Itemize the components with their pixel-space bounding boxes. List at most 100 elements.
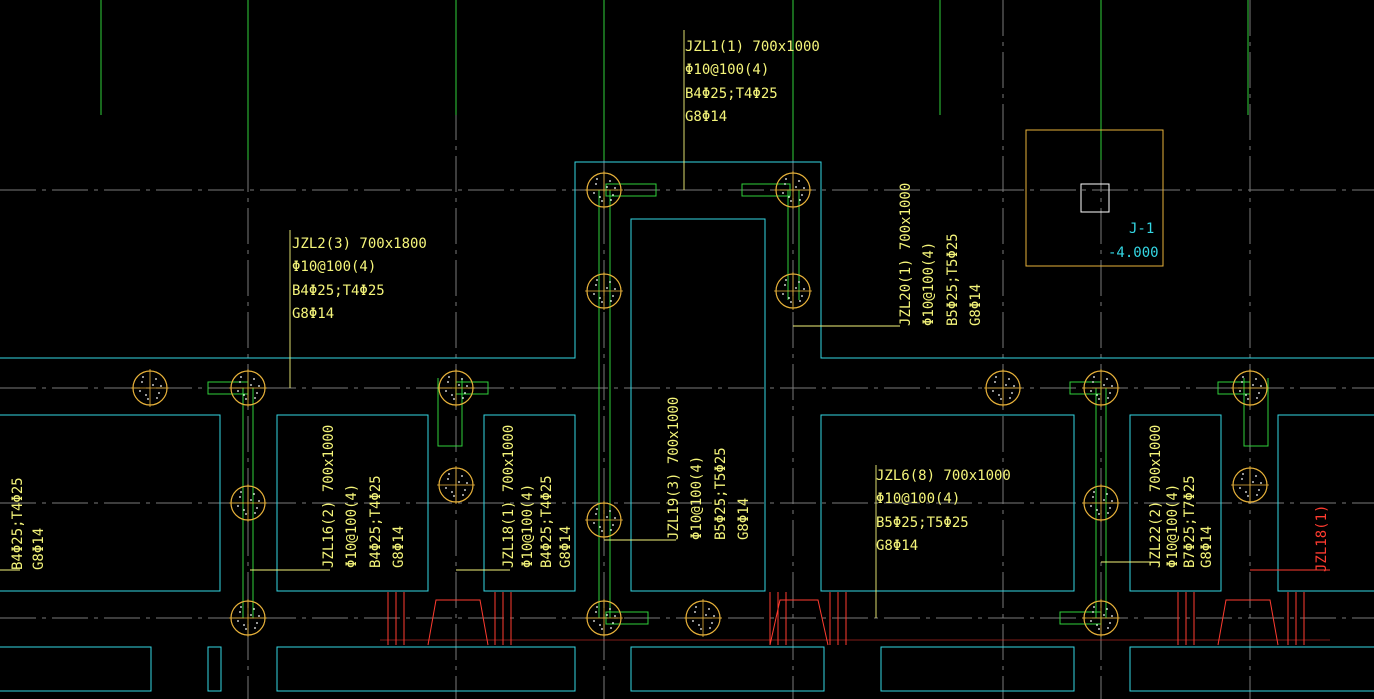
pile-dot [1107, 397, 1109, 399]
pile-dot [1090, 390, 1092, 392]
pile-dot [1096, 509, 1098, 511]
footing-j1[interactable]: J-1 -4.000 [1025, 129, 1164, 267]
beam-label-jzl22[interactable]: JZL22(2) 700x1000 Φ10@100(4) B7Φ25;T7Φ25… [1148, 425, 1215, 568]
pile-dot [1239, 487, 1241, 489]
pile-dot [1098, 628, 1100, 630]
pile-dot [799, 300, 801, 302]
beam-panel-bottom [207, 646, 222, 692]
pile-dot [1111, 500, 1113, 502]
pile-dot [156, 397, 158, 399]
pile-dot [782, 293, 784, 295]
pile-dot [610, 529, 612, 531]
pile-dot [142, 376, 144, 378]
pile-dot [139, 390, 141, 392]
pile-dot [599, 526, 601, 528]
pile-dot [1109, 622, 1111, 624]
pile-dot [1239, 390, 1241, 392]
beam-label-jzl16[interactable]: JZL16(2) 700x1000 Φ10@100(4) B4Φ25;T4Φ25… [321, 425, 407, 568]
pile-dot [596, 606, 598, 608]
beam-label-line: G8Φ14 [968, 284, 984, 326]
pile-dot [147, 398, 149, 400]
pile-dot [1092, 496, 1094, 498]
beam-label-line: JZL6(8) 700x1000 [876, 468, 1011, 484]
pile-dot [1093, 606, 1095, 608]
pile-dot [1111, 385, 1113, 387]
beam-label-jzl18[interactable]: JZL18(1) 700x1000 Φ10@100(4) B4Φ25;T4Φ25… [501, 425, 574, 568]
beam-label-line: Φ10@100(4) [344, 484, 360, 568]
beam-label-line: G8Φ14 [558, 526, 574, 568]
pile-dot [239, 496, 241, 498]
pile-dot [705, 614, 707, 616]
cad-drawing-canvas[interactable]: J-1 -4.000 JZL1(1) 700x1000 Φ10@100(4) B… [0, 0, 1374, 699]
pile-dot [1256, 494, 1258, 496]
beam-label-jzl2[interactable]: JZL2(3) 700x1800 Φ10@100(4) B4Φ25;T4Φ25 … [292, 236, 427, 322]
pile-dot [595, 513, 597, 515]
pile-dot [798, 180, 800, 182]
pile-dot [599, 297, 601, 299]
beam-label-jzl6[interactable]: JZL6(8) 700x1000 Φ10@100(4) B5Φ25;T5Φ25 … [876, 468, 1011, 554]
pile-dot [158, 392, 160, 394]
pile-dot [258, 615, 260, 617]
pile-dot [1093, 491, 1095, 493]
pile-dot [141, 381, 143, 383]
pile-dot [799, 199, 801, 201]
pile-dot [1103, 499, 1105, 501]
beam-panel-bottom [630, 646, 825, 692]
pile-dot [610, 199, 612, 201]
pile-dot [614, 187, 616, 189]
pile-dot [614, 615, 616, 617]
beam-label-jzl19[interactable]: JZL19(3) 700x1000 Φ10@100(4) B5Φ25;T5Φ25… [666, 397, 752, 540]
pile-dot [145, 394, 147, 396]
pile-dot [1242, 376, 1244, 378]
pile-dot [1103, 614, 1105, 616]
pile-dot [462, 494, 464, 496]
pile-dot [606, 287, 608, 289]
pile-dot [1111, 615, 1113, 617]
section-mark-label[interactable]: JZL18(1) [1314, 505, 1330, 572]
pile-dot [801, 295, 803, 297]
beam-label-line: B5Φ25;T5Φ25 [713, 447, 729, 540]
pile-dot [609, 281, 611, 283]
beam-label-line: Φ10@100(4) [685, 62, 769, 78]
pile-dot [593, 192, 595, 194]
pile-dot [1247, 398, 1249, 400]
pile-dot [801, 194, 803, 196]
pile-dot [606, 614, 608, 616]
beam-label-line: G8Φ14 [876, 538, 918, 554]
pile-dot [790, 301, 792, 303]
pile-dot [461, 475, 463, 477]
beam-label-line: G8Φ14 [391, 526, 407, 568]
pile-dot [606, 186, 608, 188]
pile-dot [784, 183, 786, 185]
pile-dot [237, 620, 239, 622]
beam-label-jzl20[interactable]: JZL20(1) 700x1000 Φ10@100(4) B5Φ25;T5Φ25… [898, 183, 984, 326]
beam-label-line: B4Φ25;T4Φ25 [539, 475, 555, 568]
pile-dot [992, 390, 994, 392]
pile-dot [700, 628, 702, 630]
beam-label-line: G8Φ14 [1199, 526, 1215, 568]
pile-dot [788, 297, 790, 299]
section-profile [769, 599, 829, 646]
label-leaders [0, 30, 1160, 618]
pile-dot [785, 178, 787, 180]
pile-dot [1103, 384, 1105, 386]
pile-dot [1247, 495, 1249, 497]
pile-dot [466, 385, 468, 387]
footing-name: J-1 [1129, 221, 1154, 237]
pile-dot [612, 194, 614, 196]
beam-panel-bottom [276, 646, 576, 692]
beam-label-jzl1[interactable]: JZL1(1) 700x1000 Φ10@100(4) B4Φ25;T4Φ25 … [685, 39, 820, 125]
pile-dot [782, 192, 784, 194]
pile-dot [254, 397, 256, 399]
pile-dot [445, 487, 447, 489]
pile-dot [462, 397, 464, 399]
pile-dot [1109, 392, 1111, 394]
beam-panel-bottom [880, 646, 1075, 692]
pile-dot [698, 624, 700, 626]
beam-label-line: JZL18(1) 700x1000 [501, 425, 517, 568]
pile-dot [595, 611, 597, 613]
pile-dot [784, 284, 786, 286]
pile-dot [1092, 381, 1094, 383]
pile-dot [445, 390, 447, 392]
beam-label-left-cut[interactable]: B4Φ25;T4Φ25 G8Φ14 [10, 477, 47, 570]
